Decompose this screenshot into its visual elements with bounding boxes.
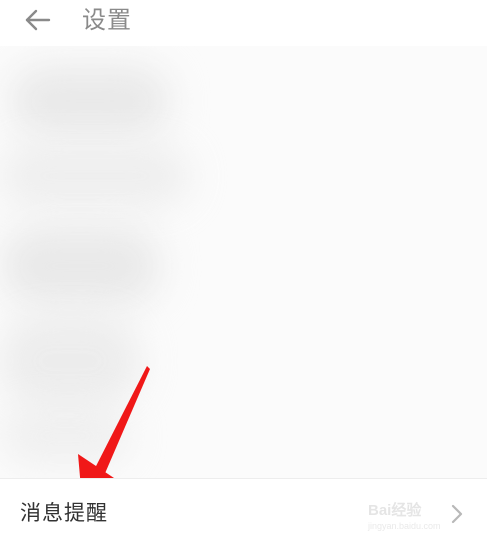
settings-item-label: 消息提醒 — [20, 501, 108, 525]
arrow-left-icon — [25, 9, 51, 31]
settings-item-message-notification[interactable]: 消息提醒 Bai经验 jingyan.baidu.com — [0, 479, 487, 545]
blurred-content-area — [0, 46, 487, 478]
page-title: 设置 — [82, 6, 132, 34]
watermark-text: Bai经验 — [368, 502, 422, 519]
top-app-bar: 设置 — [0, 0, 487, 46]
watermark-sub: jingyan.baidu.com — [368, 521, 441, 531]
chevron-right-icon — [451, 504, 463, 524]
back-button[interactable] — [22, 6, 52, 34]
